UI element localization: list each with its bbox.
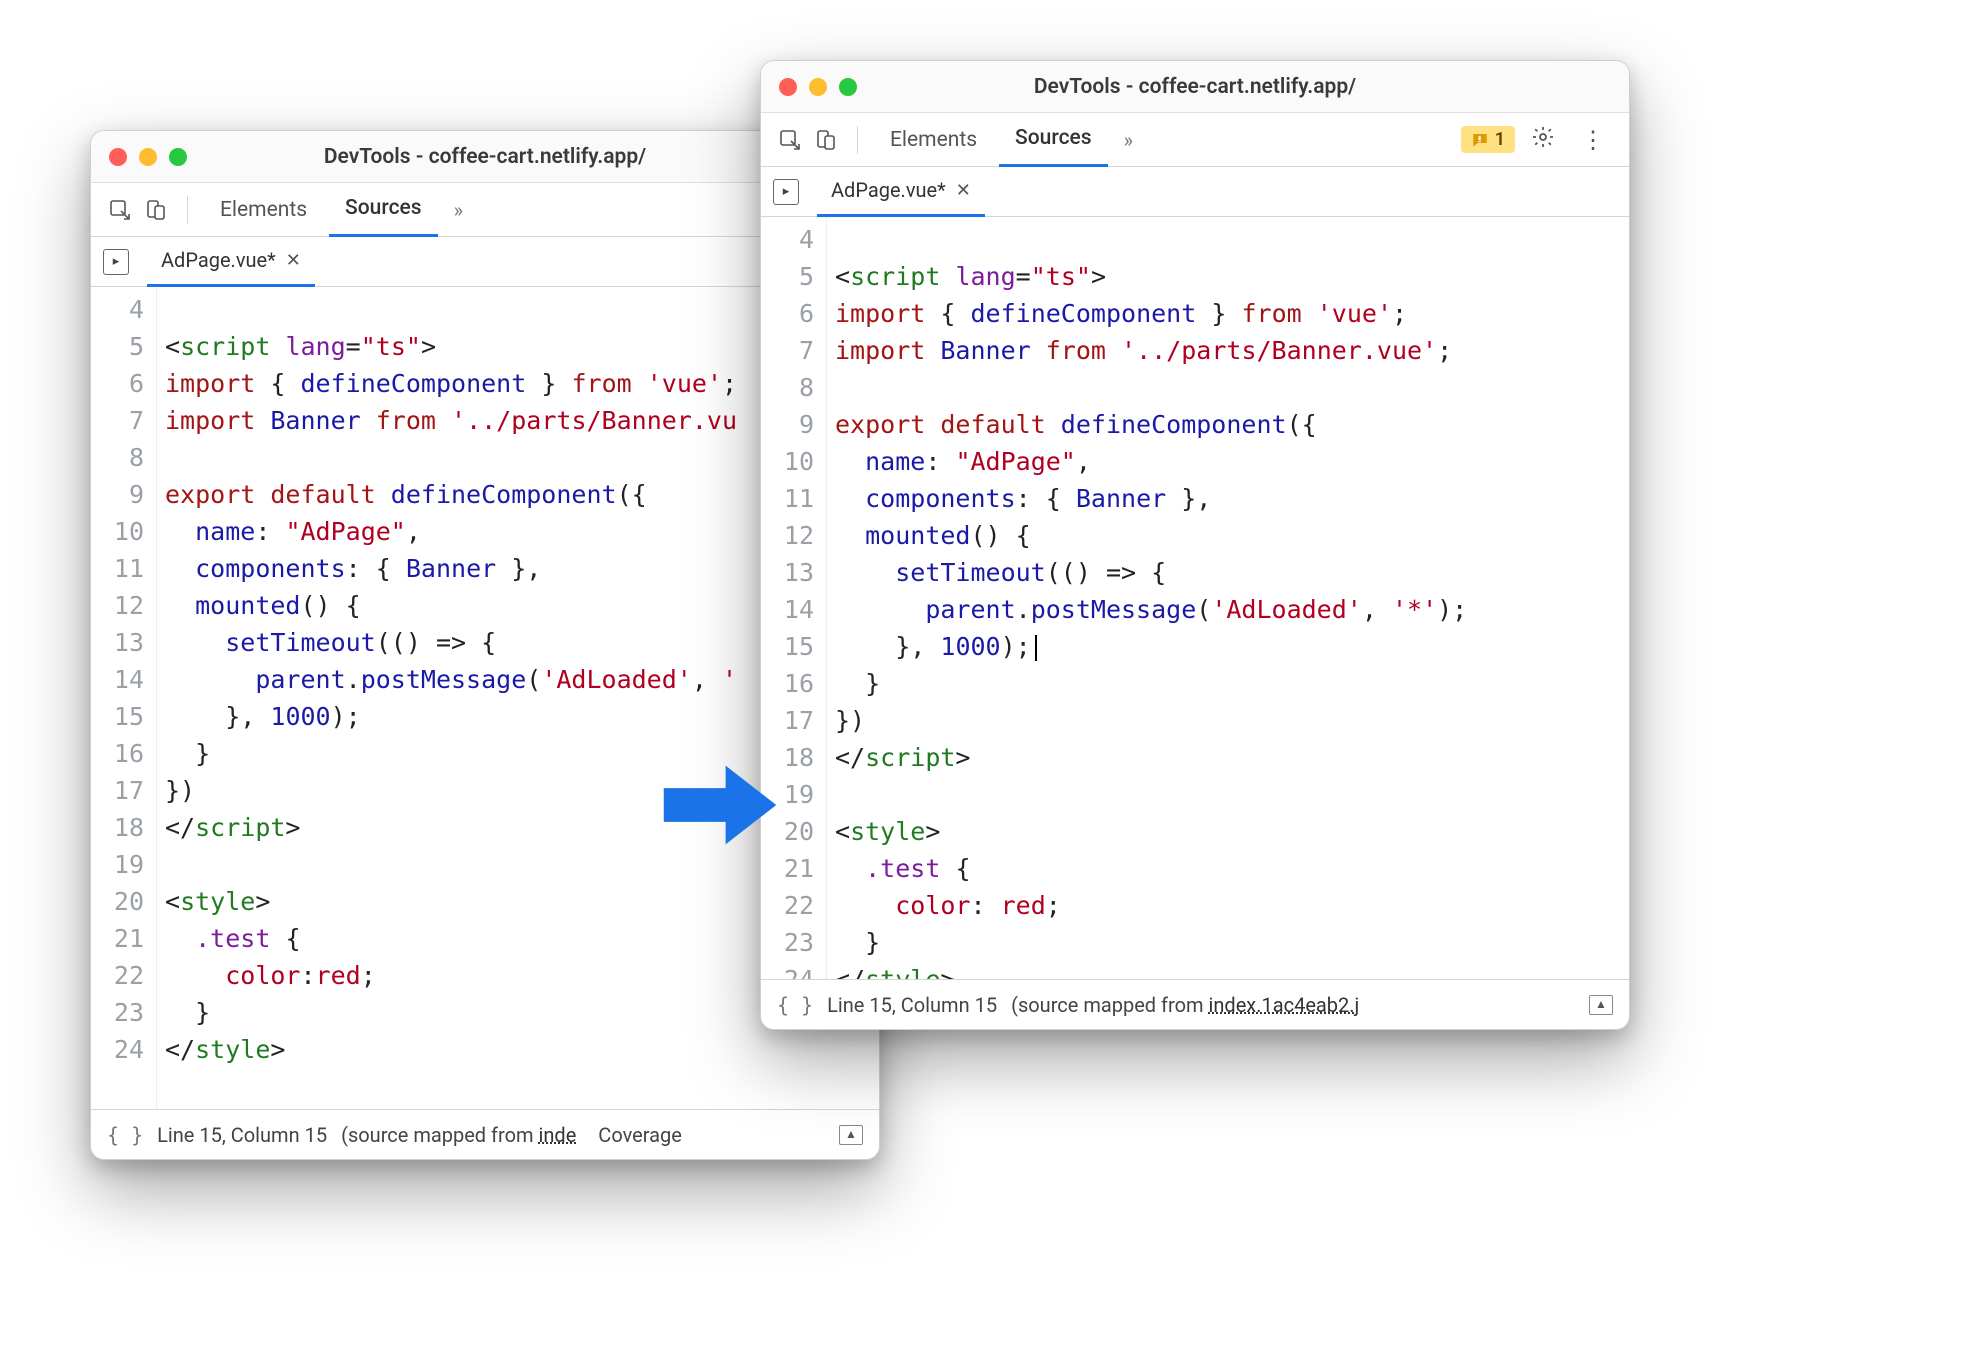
tab-elements[interactable]: Elements — [204, 183, 323, 237]
close-icon[interactable] — [109, 148, 127, 166]
inspect-icon[interactable] — [105, 195, 135, 225]
code-area[interactable]: <script lang="ts">import { defineCompone… — [827, 217, 1629, 979]
file-tab-label: AdPage.vue* — [161, 248, 276, 272]
close-tab-icon[interactable]: ✕ — [286, 250, 301, 271]
warnings-badge[interactable]: 1 — [1461, 126, 1515, 153]
file-tab-label: AdPage.vue* — [831, 178, 946, 202]
tab-sources[interactable]: Sources — [999, 113, 1108, 167]
more-tabs-icon[interactable]: » — [444, 198, 473, 222]
minimize-icon[interactable] — [809, 78, 827, 96]
gutter: 456789101112131415161718192021222324 — [91, 287, 157, 1109]
drawer-toggle-icon[interactable] — [839, 1125, 863, 1145]
traffic-lights — [109, 148, 187, 166]
settings-icon[interactable] — [1521, 125, 1565, 155]
zoom-icon[interactable] — [839, 78, 857, 96]
close-tab-icon[interactable]: ✕ — [956, 180, 971, 201]
source-map-link[interactable]: index.1ac4eab2.j — [1209, 993, 1360, 1017]
separator — [857, 126, 858, 154]
more-menu-icon[interactable]: ⋮ — [1571, 126, 1615, 154]
devtools-window-after: DevTools - coffee-cart.netlify.app/ Elem… — [760, 60, 1630, 1030]
pretty-print-icon[interactable]: { } — [777, 993, 813, 1017]
gutter: 456789101112131415161718192021222324 — [761, 217, 827, 979]
cursor-position: Line 15, Column 15 — [827, 993, 997, 1017]
drawer-toggle-icon[interactable] — [1589, 995, 1613, 1015]
traffic-lights — [779, 78, 857, 96]
source-mapped: (source mapped from index.1ac4eab2.j — [1011, 993, 1359, 1017]
cursor-position: Line 15, Column 15 — [157, 1123, 327, 1147]
run-snippet-icon[interactable]: ▸ — [103, 249, 129, 275]
run-snippet-icon[interactable]: ▸ — [773, 179, 799, 205]
minimize-icon[interactable] — [139, 148, 157, 166]
separator — [187, 196, 188, 224]
arrow-icon — [660, 760, 780, 850]
warnings-count: 1 — [1495, 129, 1505, 150]
close-icon[interactable] — [779, 78, 797, 96]
source-mapped: (source mapped from inde — [341, 1123, 576, 1147]
device-toggle-icon[interactable] — [141, 195, 171, 225]
titlebar: DevTools - coffee-cart.netlify.app/ — [761, 61, 1629, 113]
tab-sources[interactable]: Sources — [329, 183, 438, 237]
coverage-label[interactable]: Coverage — [598, 1123, 682, 1147]
zoom-icon[interactable] — [169, 148, 187, 166]
tab-elements[interactable]: Elements — [874, 113, 993, 167]
more-tabs-icon[interactable]: » — [1114, 128, 1143, 152]
inspect-icon[interactable] — [775, 125, 805, 155]
file-tab-adpage[interactable]: AdPage.vue* ✕ — [817, 167, 985, 217]
statusbar: { } Line 15, Column 15 (source mapped fr… — [91, 1109, 879, 1159]
device-toggle-icon[interactable] — [811, 125, 841, 155]
file-tabs: ▸ AdPage.vue* ✕ — [761, 167, 1629, 217]
statusbar: { } Line 15, Column 15 (source mapped fr… — [761, 979, 1629, 1029]
pretty-print-icon[interactable]: { } — [107, 1123, 143, 1147]
source-map-link[interactable]: inde — [539, 1123, 577, 1147]
code-editor[interactable]: 456789101112131415161718192021222324 <sc… — [761, 217, 1629, 979]
file-tab-adpage[interactable]: AdPage.vue* ✕ — [147, 237, 315, 287]
toolbar: Elements Sources » 1 ⋮ — [761, 113, 1629, 167]
window-title: DevTools - coffee-cart.netlify.app/ — [761, 75, 1629, 99]
